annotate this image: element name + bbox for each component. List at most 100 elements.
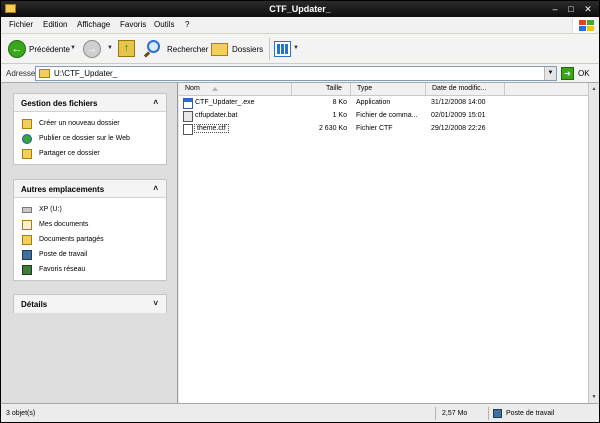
menu-affichage[interactable]: Affichage	[77, 20, 110, 29]
panel-title: Gestion des fichiers	[21, 99, 98, 108]
go-arrow-icon: ➜	[561, 67, 574, 80]
file-row[interactable]: theme.ctf 2 630 Ko Fichier CTF 29/12/200…	[179, 124, 588, 136]
status-location: Poste de travail	[506, 410, 555, 417]
task-label: Créer un nouveau dossier	[39, 120, 120, 127]
new-folder-icon	[22, 119, 32, 129]
status-separator	[435, 407, 436, 420]
place-label: Poste de travail	[39, 251, 88, 258]
task-pane: Gestion des fichiers ˄ Créer un nouveau …	[1, 83, 178, 403]
menu-edition[interactable]: Edition	[43, 20, 67, 29]
toolbar-separator	[269, 38, 270, 60]
menu-outils[interactable]: Outils	[154, 20, 174, 29]
status-bar: 3 objet(s) 2,57 Mo Poste de travail	[1, 403, 599, 422]
forward-button[interactable]: →	[83, 40, 101, 58]
column-size[interactable]: Taille	[292, 83, 351, 96]
column-label: Type	[357, 85, 373, 92]
folder-icon	[39, 69, 50, 78]
column-type[interactable]: Type	[351, 83, 426, 96]
network-icon	[22, 265, 32, 275]
column-date[interactable]: Date de modific...	[426, 83, 505, 96]
column-name[interactable]: Nom	[179, 83, 292, 96]
menu-help[interactable]: ?	[185, 20, 189, 29]
column-label: Date de modific...	[432, 85, 487, 92]
vertical-scrollbar[interactable]: ▲ ▼	[588, 83, 599, 403]
file-name: CTF_Updater_.exe	[195, 99, 255, 106]
status-object-count: 3 objet(s)	[6, 410, 36, 417]
file-size: 1 Ko	[332, 112, 347, 119]
place-label: Mes documents	[39, 221, 89, 228]
close-button[interactable]: ✕	[581, 3, 595, 15]
file-type: Fichier de comma...	[356, 112, 418, 119]
panel-details: Détails ˅	[13, 294, 167, 313]
globe-icon	[22, 134, 32, 144]
my-documents-icon	[22, 220, 32, 230]
panel-header[interactable]: Détails ˅	[14, 295, 166, 313]
task-label: Publier ce dossier sur le Web	[39, 135, 130, 142]
chevron-down-icon[interactable]: ▼	[70, 45, 76, 51]
search-icon	[147, 40, 160, 53]
explorer-window: CTF_Updater_ – □ ✕ Fichier Edition Affic…	[0, 0, 600, 423]
place-shared-documents[interactable]: Documents partagés	[22, 234, 162, 247]
window-title: CTF_Updater_	[269, 4, 331, 14]
file-row[interactable]: ctfupdater.bat 1 Ko Fichier de comma... …	[179, 111, 588, 123]
address-bar: Adresse U:\CTF_Updater_ ▼ ➜ OK	[1, 64, 599, 83]
folders-label: Dossiers	[232, 45, 264, 54]
panel-header[interactable]: Autres emplacements ˄	[14, 180, 166, 198]
task-share-folder[interactable]: Partager ce dossier	[22, 148, 162, 161]
task-publish-web[interactable]: Publier ce dossier sur le Web	[22, 133, 162, 146]
menu-fichier[interactable]: Fichier	[9, 20, 33, 29]
up-folder-button[interactable]: ↑	[118, 40, 135, 57]
place-network[interactable]: Favoris réseau	[22, 264, 162, 277]
scroll-down-icon[interactable]: ▼	[589, 392, 599, 402]
menu-favoris[interactable]: Favoris	[120, 20, 146, 29]
go-label: OK	[578, 69, 590, 78]
back-label: Précédente	[29, 45, 70, 54]
file-name: ctfupdater.bat	[195, 112, 238, 119]
place-my-computer[interactable]: Poste de travail	[22, 249, 162, 262]
column-label: Nom	[185, 85, 200, 92]
computer-icon	[22, 250, 32, 260]
collapse-icon[interactable]: ˄	[153, 98, 158, 107]
search-label: Rechercher	[167, 45, 209, 54]
file-type: Application	[356, 99, 391, 106]
shared-folder-icon	[22, 149, 32, 159]
minimize-button[interactable]: –	[548, 3, 562, 15]
go-button[interactable]: ➜ OK	[561, 66, 597, 81]
file-list: Nom Taille Type Date de modific... CTF_U…	[179, 83, 588, 403]
place-label: Favoris réseau	[39, 266, 86, 273]
scroll-up-icon[interactable]: ▲	[589, 84, 599, 94]
chevron-down-icon[interactable]: ▼	[293, 45, 299, 51]
file-size: 8 Ko	[332, 99, 347, 106]
expand-icon[interactable]: ˅	[153, 299, 158, 308]
place-my-documents[interactable]: Mes documents	[22, 219, 162, 232]
panel-title: Détails	[21, 300, 48, 309]
status-size: 2,57 Mo	[442, 410, 468, 417]
folders-icon	[211, 43, 228, 56]
maximize-button[interactable]: □	[564, 3, 578, 15]
address-value: U:\CTF_Updater_	[54, 69, 118, 78]
chevron-down-icon[interactable]: ▼	[107, 45, 113, 51]
folder-icon	[22, 235, 32, 245]
place-drive-u[interactable]: XP (U:)	[22, 204, 162, 217]
ctf-file-icon	[183, 124, 193, 135]
collapse-icon[interactable]: ˄	[153, 184, 158, 193]
views-button[interactable]	[274, 41, 291, 57]
file-row[interactable]: CTF_Updater_.exe 8 Ko Application 31/12/…	[179, 98, 588, 110]
panel-header[interactable]: Gestion des fichiers ˄	[14, 94, 166, 112]
title-bar[interactable]: CTF_Updater_ – □ ✕	[1, 1, 599, 17]
file-date: 02/01/2009 15:01	[431, 112, 486, 119]
drive-icon	[22, 207, 32, 213]
column-filler	[505, 83, 588, 96]
column-label: Taille	[326, 85, 342, 92]
file-name: theme.ctf	[194, 124, 229, 133]
toolbar: ← Précédente ▼ → ▼ ↑ Rechercher Dossiers…	[1, 34, 599, 64]
file-size: 2 630 Ko	[318, 125, 347, 132]
status-separator	[488, 407, 489, 420]
sort-ascending-icon	[212, 87, 218, 91]
address-input[interactable]: U:\CTF_Updater_ ▼	[35, 66, 557, 81]
panel-other-places: Autres emplacements ˄ XP (U:) Mes docume…	[13, 179, 167, 281]
file-date: 31/12/2008 14:00	[431, 99, 486, 106]
computer-icon	[493, 409, 502, 418]
task-new-folder[interactable]: Créer un nouveau dossier	[22, 118, 162, 131]
address-dropdown-button[interactable]: ▼	[544, 67, 556, 80]
